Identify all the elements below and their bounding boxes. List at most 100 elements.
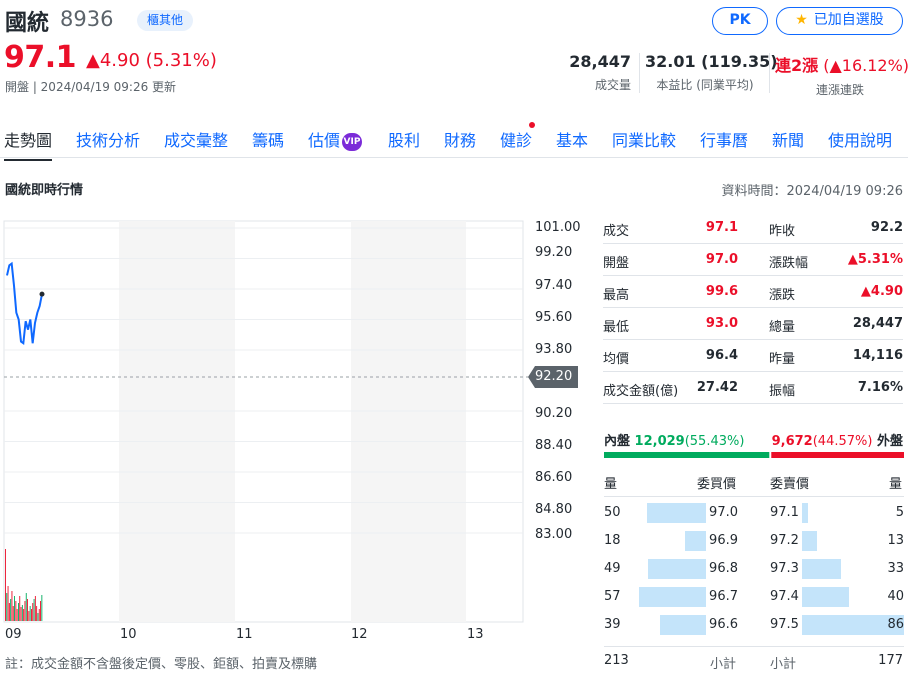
bid-row: 57 96.7 <box>604 587 738 615</box>
bid-bar <box>647 559 706 579</box>
chart-band <box>351 221 466 622</box>
bid-price-header: 委買價 <box>697 477 737 492</box>
ask-row: 97.2 13 <box>770 531 904 559</box>
tab-financial[interactable]: 財務 <box>444 127 476 151</box>
volume-bar <box>31 609 32 621</box>
ask-total: 177 <box>878 653 903 668</box>
volume-bar <box>28 611 30 621</box>
bid-price[interactable]: 96.9 <box>709 533 738 548</box>
quote-value: 92.2 <box>870 220 903 235</box>
ask-bar <box>802 559 841 579</box>
current-price: 97.1 <box>4 40 77 75</box>
tab-health[interactable]: 健診 <box>500 127 532 151</box>
ask-price-header: 委賣價 <box>770 477 810 492</box>
bid-qty: 57 <box>604 589 621 604</box>
quote-row: 最低 93.0 總量 28,447 <box>603 308 903 340</box>
bid-price[interactable]: 96.6 <box>709 617 738 632</box>
watchlist-label: 已加自選股 <box>813 12 884 28</box>
ask-price[interactable]: 97.1 <box>770 505 799 520</box>
volume-bar <box>14 596 15 621</box>
inner-value: 12,029 <box>634 434 685 449</box>
inner-outer-ratio-bar <box>604 452 904 458</box>
x-axis-label: 11 <box>236 627 253 642</box>
ask-price[interactable]: 97.2 <box>770 533 799 548</box>
streak-text: 連2漲 <box>775 56 819 75</box>
bid-price[interactable]: 96.7 <box>709 589 738 604</box>
divider <box>604 646 904 647</box>
volume-bar <box>16 609 18 621</box>
stat-volume-value: 28,447 <box>569 52 631 71</box>
y-axis-label: 90.20 <box>535 406 573 421</box>
quote-row: 開盤 97.0 漲跌幅 ▲5.31% <box>603 244 903 276</box>
quote-label: 最高 <box>603 288 630 303</box>
quote-value: 14,116 <box>852 348 903 363</box>
last-price-dot <box>39 291 45 297</box>
quote-label: 成交金額(億) <box>603 384 679 399</box>
quote-row: 成交 97.1 昨收 92.2 <box>603 212 903 244</box>
tab-basic[interactable]: 基本 <box>556 127 588 151</box>
quote-label: 總量 <box>769 320 796 335</box>
bid-row: 50 97.0 <box>604 503 738 531</box>
ask-price[interactable]: 97.3 <box>770 561 799 576</box>
y-axis-label: 97.40 <box>535 278 573 293</box>
tab-trend[interactable]: 走勢圖 <box>4 127 53 161</box>
tab-trades[interactable]: 成交彙整 <box>164 127 228 151</box>
bid-price[interactable]: 97.0 <box>709 505 738 520</box>
bid-qty: 39 <box>604 617 621 632</box>
ask-price[interactable]: 97.5 <box>770 617 799 632</box>
stat-pe-value: 32.01 (119.35) <box>645 52 778 71</box>
tab-technical[interactable]: 技術分析 <box>76 127 140 151</box>
data-time: 資料時間：2024/04/19 09:26 <box>721 184 903 199</box>
tab-valuation[interactable]: 估價 VIP <box>308 127 363 151</box>
bid-total-label: 小計 <box>710 657 737 672</box>
divider <box>639 53 640 93</box>
volume-bar <box>15 601 17 621</box>
quote-value: 96.4 <box>705 348 738 363</box>
bid-qty: 18 <box>604 533 621 548</box>
ask-price[interactable]: 97.4 <box>770 589 799 604</box>
tab-dividend[interactable]: 股利 <box>388 127 420 151</box>
quote-value: 93.0 <box>705 316 738 331</box>
y-axis-label: 95.60 <box>535 310 573 325</box>
tab-chips[interactable]: 籌碼 <box>252 127 284 151</box>
tab-peer[interactable]: 同業比較 <box>612 127 676 151</box>
category-badge[interactable]: 櫃其他 <box>137 10 194 31</box>
divider <box>604 496 904 497</box>
outer-volume: 9,672(44.57%) 外盤 <box>772 430 903 449</box>
y-axis-label: 101.00 <box>535 220 581 235</box>
volume-bar <box>25 593 27 621</box>
bid-qty: 50 <box>604 505 621 520</box>
bid-bar <box>660 615 706 635</box>
inner-label: 內盤 <box>604 434 631 449</box>
tab-news[interactable]: 新聞 <box>772 127 804 151</box>
volume-bar <box>20 607 22 621</box>
volume-bar <box>32 603 34 621</box>
streak-pct: (▲16.12%) <box>818 56 908 75</box>
stat-volume: 28,447 成交量 <box>569 52 631 93</box>
pk-button[interactable]: PK <box>712 7 768 35</box>
quote-value: ▲5.31% <box>847 252 903 267</box>
x-axis-label: 09 <box>5 627 22 642</box>
volume-bar <box>29 606 31 621</box>
y-axis-label: 86.60 <box>535 470 573 485</box>
inner-pct: (55.43%) <box>684 434 745 449</box>
quote-value: 27.42 <box>696 380 738 395</box>
tab-calendar[interactable]: 行事曆 <box>700 127 748 151</box>
volume-bar <box>7 586 9 621</box>
y-axis-label: 84.80 <box>535 502 573 517</box>
bid-qty-header: 量 <box>604 477 618 492</box>
tab-help[interactable]: 使用說明 <box>828 127 892 151</box>
section-title: 國統即時行情 <box>5 183 84 198</box>
divider <box>769 53 770 93</box>
quote-row: 最高 99.6 漲跌 ▲4.90 <box>603 276 903 308</box>
y-axis-label: 93.80 <box>535 342 573 357</box>
bid-price[interactable]: 96.8 <box>709 561 738 576</box>
quote-label: 均價 <box>603 352 630 367</box>
watchlist-button[interactable]: ★ 已加自選股 <box>776 7 903 35</box>
ask-bar <box>802 503 809 523</box>
y-axis-label: 99.20 <box>535 245 573 260</box>
y-axis-label: 83.00 <box>535 527 573 542</box>
ask-qty: 5 <box>895 505 904 520</box>
vip-badge: VIP <box>342 133 363 151</box>
quote-value: 7.16% <box>857 380 903 395</box>
